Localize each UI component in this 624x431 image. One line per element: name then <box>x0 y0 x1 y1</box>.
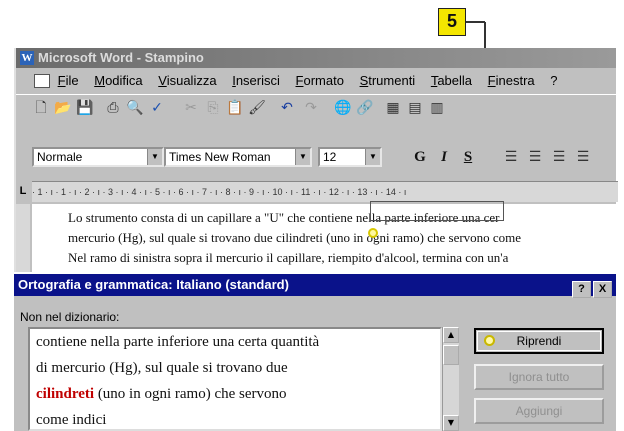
style-value: Normale <box>37 150 83 164</box>
redo-icon[interactable]: ↷ <box>302 99 320 117</box>
callout-connector <box>466 21 485 23</box>
align-right-icon[interactable]: ☰ <box>550 148 568 166</box>
title-bar: W Microsoft Word - Stampino <box>16 48 616 68</box>
document-area[interactable]: Lo strumento consta di un capillare a "U… <box>32 204 618 278</box>
print-preview-icon[interactable]: 🔍 <box>126 99 144 117</box>
menu-formato[interactable]: Formato <box>296 70 344 92</box>
paste-icon[interactable]: 📋 <box>226 99 244 117</box>
horizontal-ruler[interactable]: · 1 · ı · 1 · ı · 2 · ı · 3 · ı · 4 · ı … <box>32 181 618 202</box>
chevron-down-icon[interactable]: ▼ <box>295 149 310 165</box>
document-line-2: mercurio (Hg), sul quale si trovano due … <box>68 230 522 245</box>
insert-excel-icon[interactable]: ▥ <box>428 99 446 117</box>
dialog-title: Ortografia e grammatica: Italiano (stand… <box>18 277 289 292</box>
dialog-title-bar: Ortografia e grammatica: Italiano (stand… <box>14 274 616 299</box>
underline-button[interactable]: S <box>458 148 478 166</box>
save-icon[interactable]: 💾 <box>76 99 94 117</box>
text-line-4: come indici <box>36 412 107 428</box>
word-app-icon[interactable]: W <box>20 51 34 65</box>
highlight-dot-icon <box>484 335 495 346</box>
spelling-icon[interactable]: ✓ <box>148 99 166 117</box>
formatting-toolbar: Normale ▼ Times New Roman ▼ 12 ▼ G I S ☰… <box>16 144 616 170</box>
document-icon[interactable] <box>34 74 50 88</box>
error-marker-dot <box>368 228 378 238</box>
text-line-3-rest: (uno in ogni ramo) che servono <box>94 386 287 402</box>
resume-label: Riprendi <box>516 334 562 348</box>
standard-toolbar: 🗋 📂 💾 ⎙ 🔍 ✓ ✂ ⎘ 📋 🖌 ↶ ↷ 🌐 🔗 ▦ ▤ ▥ <box>16 94 616 121</box>
web-icon[interactable]: 🌐 <box>334 99 352 117</box>
not-in-dictionary-label: Non nel dizionario: <box>20 310 120 324</box>
font-value: Times New Roman <box>169 150 271 164</box>
justify-icon[interactable]: ☰ <box>574 148 592 166</box>
text-line-2: di mercurio (Hg), sul quale si trovano d… <box>36 360 288 376</box>
dialog-title-buttons: ? X <box>570 277 612 299</box>
not-in-dictionary-textbox[interactable]: contiene nella parte inferiore una certa… <box>28 327 442 431</box>
text-line-1: contiene nella parte inferiore una certa… <box>36 334 320 350</box>
misspelled-word[interactable]: cilindreti <box>36 386 94 402</box>
bold-button[interactable]: G <box>410 148 430 166</box>
tables-borders-icon[interactable]: ▦ <box>384 99 402 117</box>
window-title: Microsoft Word - Stampino <box>38 50 204 65</box>
italic-button[interactable]: I <box>434 148 454 166</box>
help-button[interactable]: ? <box>572 281 591 298</box>
style-select[interactable]: Normale ▼ <box>32 147 164 167</box>
menu-strumenti[interactable]: Strumenti <box>360 70 416 92</box>
copy-icon[interactable]: ⎘ <box>204 99 222 117</box>
vertical-ruler <box>16 204 30 278</box>
align-center-icon[interactable]: ☰ <box>526 148 544 166</box>
scroll-up-icon[interactable]: ▲ <box>443 327 459 343</box>
ruler-marks: · 1 · ı · 1 · ı · 2 · ı · 3 · ı · 4 · ı … <box>32 187 407 197</box>
format-painter-icon[interactable]: 🖌 <box>248 99 266 117</box>
spelling-dialog: Ortografia e grammatica: Italiano (stand… <box>14 272 616 431</box>
menu-bar: File Modifica Visualizza Inserisci Forma… <box>16 70 616 92</box>
selection-highlight <box>370 201 504 221</box>
ignore-all-button[interactable]: Ignora tutto <box>474 364 604 390</box>
textbox-scrollbar[interactable]: ▲ ▼ <box>442 327 459 431</box>
menu-tabella[interactable]: Tabella <box>431 70 472 92</box>
menu-finestra[interactable]: Finestra <box>488 70 535 92</box>
chevron-down-icon[interactable]: ▼ <box>147 149 162 165</box>
font-size-value: 12 <box>323 150 337 164</box>
chevron-down-icon[interactable]: ▼ <box>365 149 380 165</box>
resume-button[interactable]: Riprendi <box>474 328 604 354</box>
scroll-thumb[interactable] <box>443 345 459 365</box>
font-select[interactable]: Times New Roman ▼ <box>164 147 312 167</box>
open-folder-icon[interactable]: 📂 <box>54 99 72 117</box>
tab-selector[interactable]: L <box>16 181 30 201</box>
document-line-3: Nel ramo di sinistra sopra il mercurio i… <box>68 250 509 265</box>
insert-table-icon[interactable]: ▤ <box>406 99 424 117</box>
close-button[interactable]: X <box>593 281 612 298</box>
callout-number: 5 <box>438 8 466 36</box>
menu-visualizza[interactable]: Visualizza <box>158 70 216 92</box>
menu-help[interactable]: ? <box>550 70 557 92</box>
print-icon[interactable]: ⎙ <box>104 99 122 117</box>
add-button[interactable]: Aggiungi <box>474 398 604 424</box>
new-document-icon[interactable]: 🗋 <box>32 99 50 117</box>
menu-modifica[interactable]: Modifica <box>94 70 142 92</box>
hyperlink-icon[interactable]: 🔗 <box>356 99 374 117</box>
undo-icon[interactable]: ↶ <box>278 99 296 117</box>
menu-file[interactable]: File <box>58 70 79 92</box>
text-line-3: cilindreti (uno in ogni ramo) che servon… <box>36 381 440 407</box>
font-size-select[interactable]: 12 ▼ <box>318 147 382 167</box>
menu-inserisci[interactable]: Inserisci <box>232 70 280 92</box>
align-left-icon[interactable]: ☰ <box>502 148 520 166</box>
cut-icon[interactable]: ✂ <box>182 99 200 117</box>
